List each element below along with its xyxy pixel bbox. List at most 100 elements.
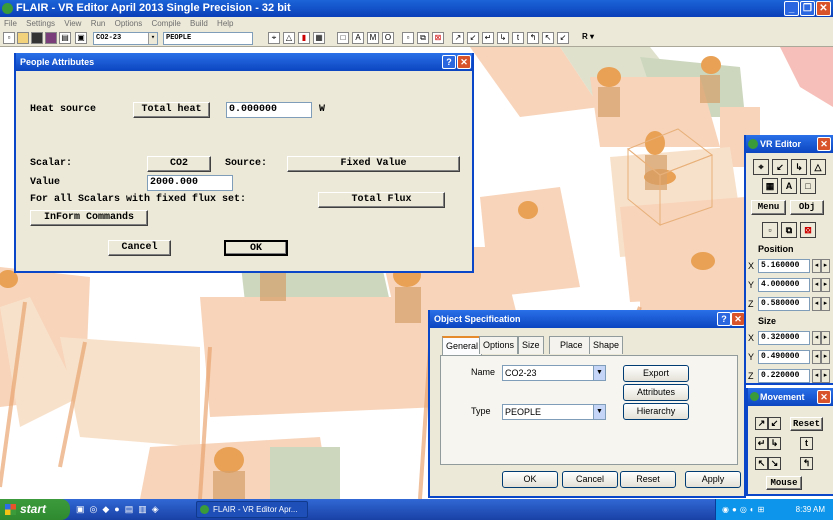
menu-run[interactable]: Run (91, 19, 106, 28)
move-sw-icon[interactable]: ↙ (772, 159, 788, 175)
help-icon[interactable]: ? (717, 312, 731, 326)
object-select[interactable]: CO2-23 ▾ (93, 32, 158, 45)
print-icon[interactable]: ▣ (75, 32, 87, 44)
start-button[interactable]: start (0, 499, 70, 520)
copy-tool-icon[interactable]: ⧉ (417, 32, 429, 44)
total-heat-button[interactable]: Total heat (133, 102, 210, 118)
delete-tool-icon[interactable]: ⊠ (432, 32, 444, 44)
close-icon[interactable]: ✕ (817, 390, 831, 404)
menu-settings[interactable]: Settings (26, 19, 55, 28)
size-x-field[interactable]: 0.320000 (758, 331, 810, 345)
menu-options[interactable]: Options (115, 19, 143, 28)
menu-view[interactable]: View (64, 19, 81, 28)
box-icon[interactable]: □ (800, 178, 816, 194)
inform-commands-button[interactable]: InForm Commands (30, 210, 148, 226)
save-icon[interactable] (31, 32, 43, 44)
box-tool-icon[interactable]: □ (337, 32, 349, 44)
move-nw-icon[interactable]: ↖ (755, 457, 768, 470)
page-icon[interactable]: ▤ (59, 32, 71, 44)
palette-icon[interactable] (45, 32, 57, 44)
move-return-icon[interactable]: ↵ (482, 32, 494, 44)
move-left-icon[interactable]: ↵ (755, 437, 768, 450)
export-button[interactable]: Export (623, 365, 689, 382)
text-a-tool-icon[interactable]: A (352, 32, 364, 44)
tab-size[interactable]: Size (518, 336, 544, 354)
tab-general[interactable]: General (442, 336, 483, 355)
close-icon[interactable]: ✕ (457, 55, 471, 69)
tab-shape[interactable]: Shape (589, 336, 624, 354)
value-field[interactable]: 2000.000 (147, 175, 233, 191)
text-m-tool-icon[interactable]: M (367, 32, 379, 44)
menu-compile[interactable]: Compile (151, 19, 180, 28)
size-z-increment[interactable]: ▸ (821, 369, 830, 383)
minimize-button[interactable]: _ (784, 1, 799, 16)
help-icon[interactable]: ? (442, 55, 456, 69)
move-nw-icon[interactable]: ↖ (542, 32, 554, 44)
fixed-value-button[interactable]: Fixed Value (287, 156, 460, 172)
position-z-decrement[interactable]: ◂ (812, 297, 821, 311)
size-x-decrement[interactable]: ◂ (812, 331, 821, 345)
position-z-increment[interactable]: ▸ (821, 297, 830, 311)
open-folder-icon[interactable] (17, 32, 29, 44)
maximize-button[interactable]: ❐ (800, 1, 815, 16)
position-x-decrement[interactable]: ◂ (812, 259, 821, 273)
mouse-button[interactable]: Mouse (766, 476, 802, 490)
tab-options[interactable]: Options (479, 336, 519, 354)
size-z-field[interactable]: 0.220000 (758, 369, 810, 383)
snap-icon[interactable]: ▫ (762, 222, 778, 238)
close-icon[interactable]: ✕ (817, 137, 831, 151)
movement-reset-button[interactable]: Reset (790, 417, 823, 431)
marker-tool-icon[interactable]: ▮ (298, 32, 310, 44)
move-up-icon[interactable]: t (800, 437, 813, 450)
view-select[interactable]: R ▾ (578, 32, 598, 44)
copy-icon[interactable]: ⧉ (781, 222, 797, 238)
rotate-icon[interactable]: ↰ (527, 32, 539, 44)
size-x-increment[interactable]: ▸ (821, 331, 830, 345)
new-file-icon[interactable]: ▫ (3, 32, 15, 44)
text-o-tool-icon[interactable]: O (382, 32, 394, 44)
rotate-icon[interactable]: ↰ (800, 457, 813, 470)
close-icon[interactable]: ✕ (731, 312, 745, 326)
menu-button[interactable]: Menu (751, 200, 786, 215)
position-y-decrement[interactable]: ◂ (812, 278, 821, 292)
triangle-tool-icon[interactable]: △ (283, 32, 295, 44)
obj-button[interactable]: Obj (790, 200, 824, 215)
ok-button[interactable]: OK (502, 471, 558, 488)
snap-tool-icon[interactable]: ▫ (402, 32, 414, 44)
close-button[interactable]: ✕ (816, 1, 831, 16)
size-y-increment[interactable]: ▸ (821, 350, 830, 364)
move-right-icon[interactable]: ↳ (768, 437, 781, 450)
cancel-button[interactable]: Cancel (108, 240, 171, 256)
triangle-icon[interactable]: △ (810, 159, 826, 175)
size-y-field[interactable]: 0.490000 (758, 350, 810, 364)
reset-button[interactable]: Reset (620, 471, 676, 488)
hierarchy-button[interactable]: Hierarchy (623, 403, 689, 420)
move-se-icon[interactable]: ↘ (768, 457, 781, 470)
grid-icon[interactable]: ▦ (762, 178, 778, 194)
delete-icon[interactable]: ⊠ (800, 222, 816, 238)
scalar-co2-button[interactable]: CO2 (147, 156, 211, 172)
apply-button[interactable]: Apply (685, 471, 741, 488)
position-y-increment[interactable]: ▸ (821, 278, 830, 292)
move-sw-icon[interactable]: ↙ (467, 32, 479, 44)
move-right-icon[interactable]: ↳ (791, 159, 807, 175)
tab-place[interactable]: Place (549, 336, 594, 354)
total-flux-button[interactable]: Total Flux (318, 192, 445, 208)
grid-tool-icon[interactable]: ▦ (313, 32, 325, 44)
position-z-field[interactable]: 0.580000 (758, 297, 810, 311)
pointer-icon[interactable]: ⌖ (753, 159, 769, 175)
move-se-icon[interactable]: ↙ (557, 32, 569, 44)
ok-button[interactable]: OK (224, 240, 288, 256)
taskbar-flair-task[interactable]: FLAIR - VR Editor Apr... (196, 501, 308, 518)
heat-value-field[interactable]: 0.000000 (226, 102, 312, 118)
type-combo[interactable]: PEOPLE ▼ (502, 404, 606, 420)
name-combo[interactable]: CO2-23 ▼ (502, 365, 606, 381)
cancel-button[interactable]: Cancel (562, 471, 618, 488)
position-y-field[interactable]: 4.000000 (758, 278, 810, 292)
position-x-field[interactable]: 5.160000 (758, 259, 810, 273)
move-up-icon[interactable]: t (512, 32, 524, 44)
move-ne-icon[interactable]: ↗ (755, 417, 768, 430)
move-ne-icon[interactable]: ↗ (452, 32, 464, 44)
menu-help[interactable]: Help (217, 19, 233, 28)
menu-file[interactable]: File (4, 19, 17, 28)
